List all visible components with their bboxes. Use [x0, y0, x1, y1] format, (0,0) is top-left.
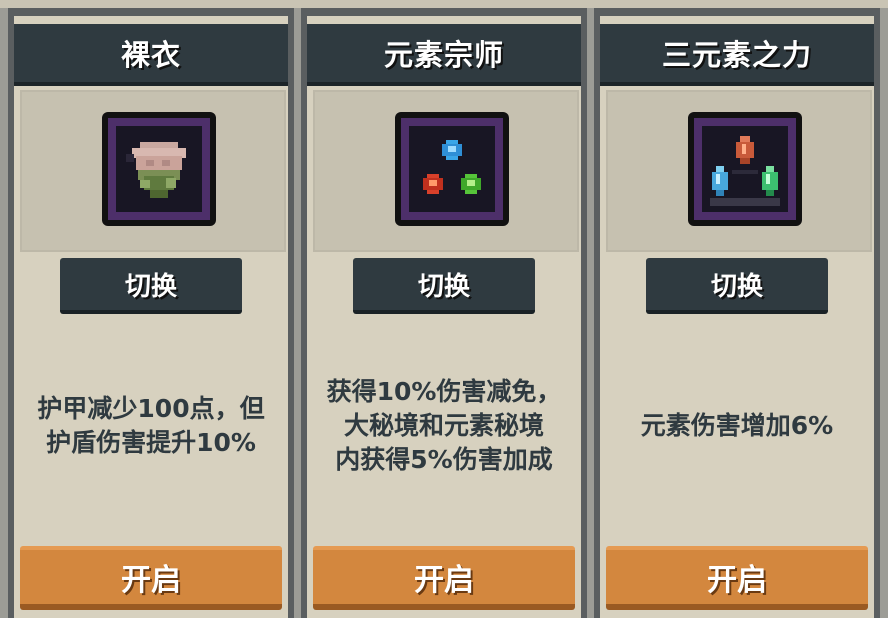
three-crystals-icon-art — [710, 136, 780, 206]
open-label: 开启 — [121, 563, 181, 598]
card-body: 裸衣 切换 护甲减少100点，但 护盾伤害提升10% 开启 — [14, 16, 288, 618]
switch-label: 切换 — [710, 271, 763, 302]
description: 护甲减少100点，但 护盾伤害提升10% — [18, 316, 284, 536]
description-text: 护甲减少100点，但 护盾伤害提升10% — [37, 394, 265, 457]
icon-panel — [313, 90, 579, 252]
elemental-orbs-icon-art — [423, 140, 481, 194]
robe-icon — [102, 112, 216, 226]
elemental-orbs-icon — [395, 112, 509, 226]
talent-card-robe: 裸衣 切换 护甲减少100点，但 护盾伤害提升10% 开启 — [8, 8, 294, 618]
description: 获得10%伤害减免， 大秘境和元素秘境 内获得5%伤害加成 — [311, 316, 577, 536]
description-text: 获得10%伤害减免， 大秘境和元素秘境 内获得5%伤害加成 — [326, 377, 562, 474]
open-button[interactable]: 开启 — [313, 546, 575, 610]
card-body: 元素宗师 切换 获得10%伤害减免， 大秘境和元素秘境 内获得5%伤害加成 开启 — [307, 16, 581, 618]
talent-card-elemental-master: 元素宗师 切换 获得10%伤害减免， 大秘境和元素秘境 内获得5%伤害加成 开启 — [301, 8, 587, 618]
description: 元素伤害增加6% — [604, 316, 870, 536]
top-strip — [0, 0, 888, 8]
card-header: 元素宗师 — [307, 24, 581, 86]
icon-panel — [606, 90, 872, 252]
switch-label: 切换 — [417, 271, 470, 302]
robe-icon-art — [126, 142, 186, 198]
icon-panel — [20, 90, 286, 252]
card-title: 裸衣 — [120, 38, 181, 72]
open-button[interactable]: 开启 — [20, 546, 282, 610]
talent-card-three-elements: 三元素之力 切换 元素伤害增加6% 开启 — [594, 8, 880, 618]
card-header: 三元素之力 — [600, 24, 874, 86]
switch-label: 切换 — [124, 271, 177, 302]
card-body: 三元素之力 切换 元素伤害增加6% 开启 — [600, 16, 874, 618]
description-text: 元素伤害增加6% — [640, 411, 834, 440]
open-label: 开启 — [414, 563, 474, 598]
switch-button[interactable]: 切换 — [60, 258, 242, 314]
three-crystals-icon — [688, 112, 802, 226]
card-title: 三元素之力 — [661, 38, 812, 72]
open-button[interactable]: 开启 — [606, 546, 868, 610]
switch-button[interactable]: 切换 — [646, 258, 828, 314]
switch-button[interactable]: 切换 — [353, 258, 535, 314]
open-label: 开启 — [707, 563, 767, 598]
card-title: 元素宗师 — [383, 38, 504, 72]
card-header: 裸衣 — [14, 24, 288, 86]
